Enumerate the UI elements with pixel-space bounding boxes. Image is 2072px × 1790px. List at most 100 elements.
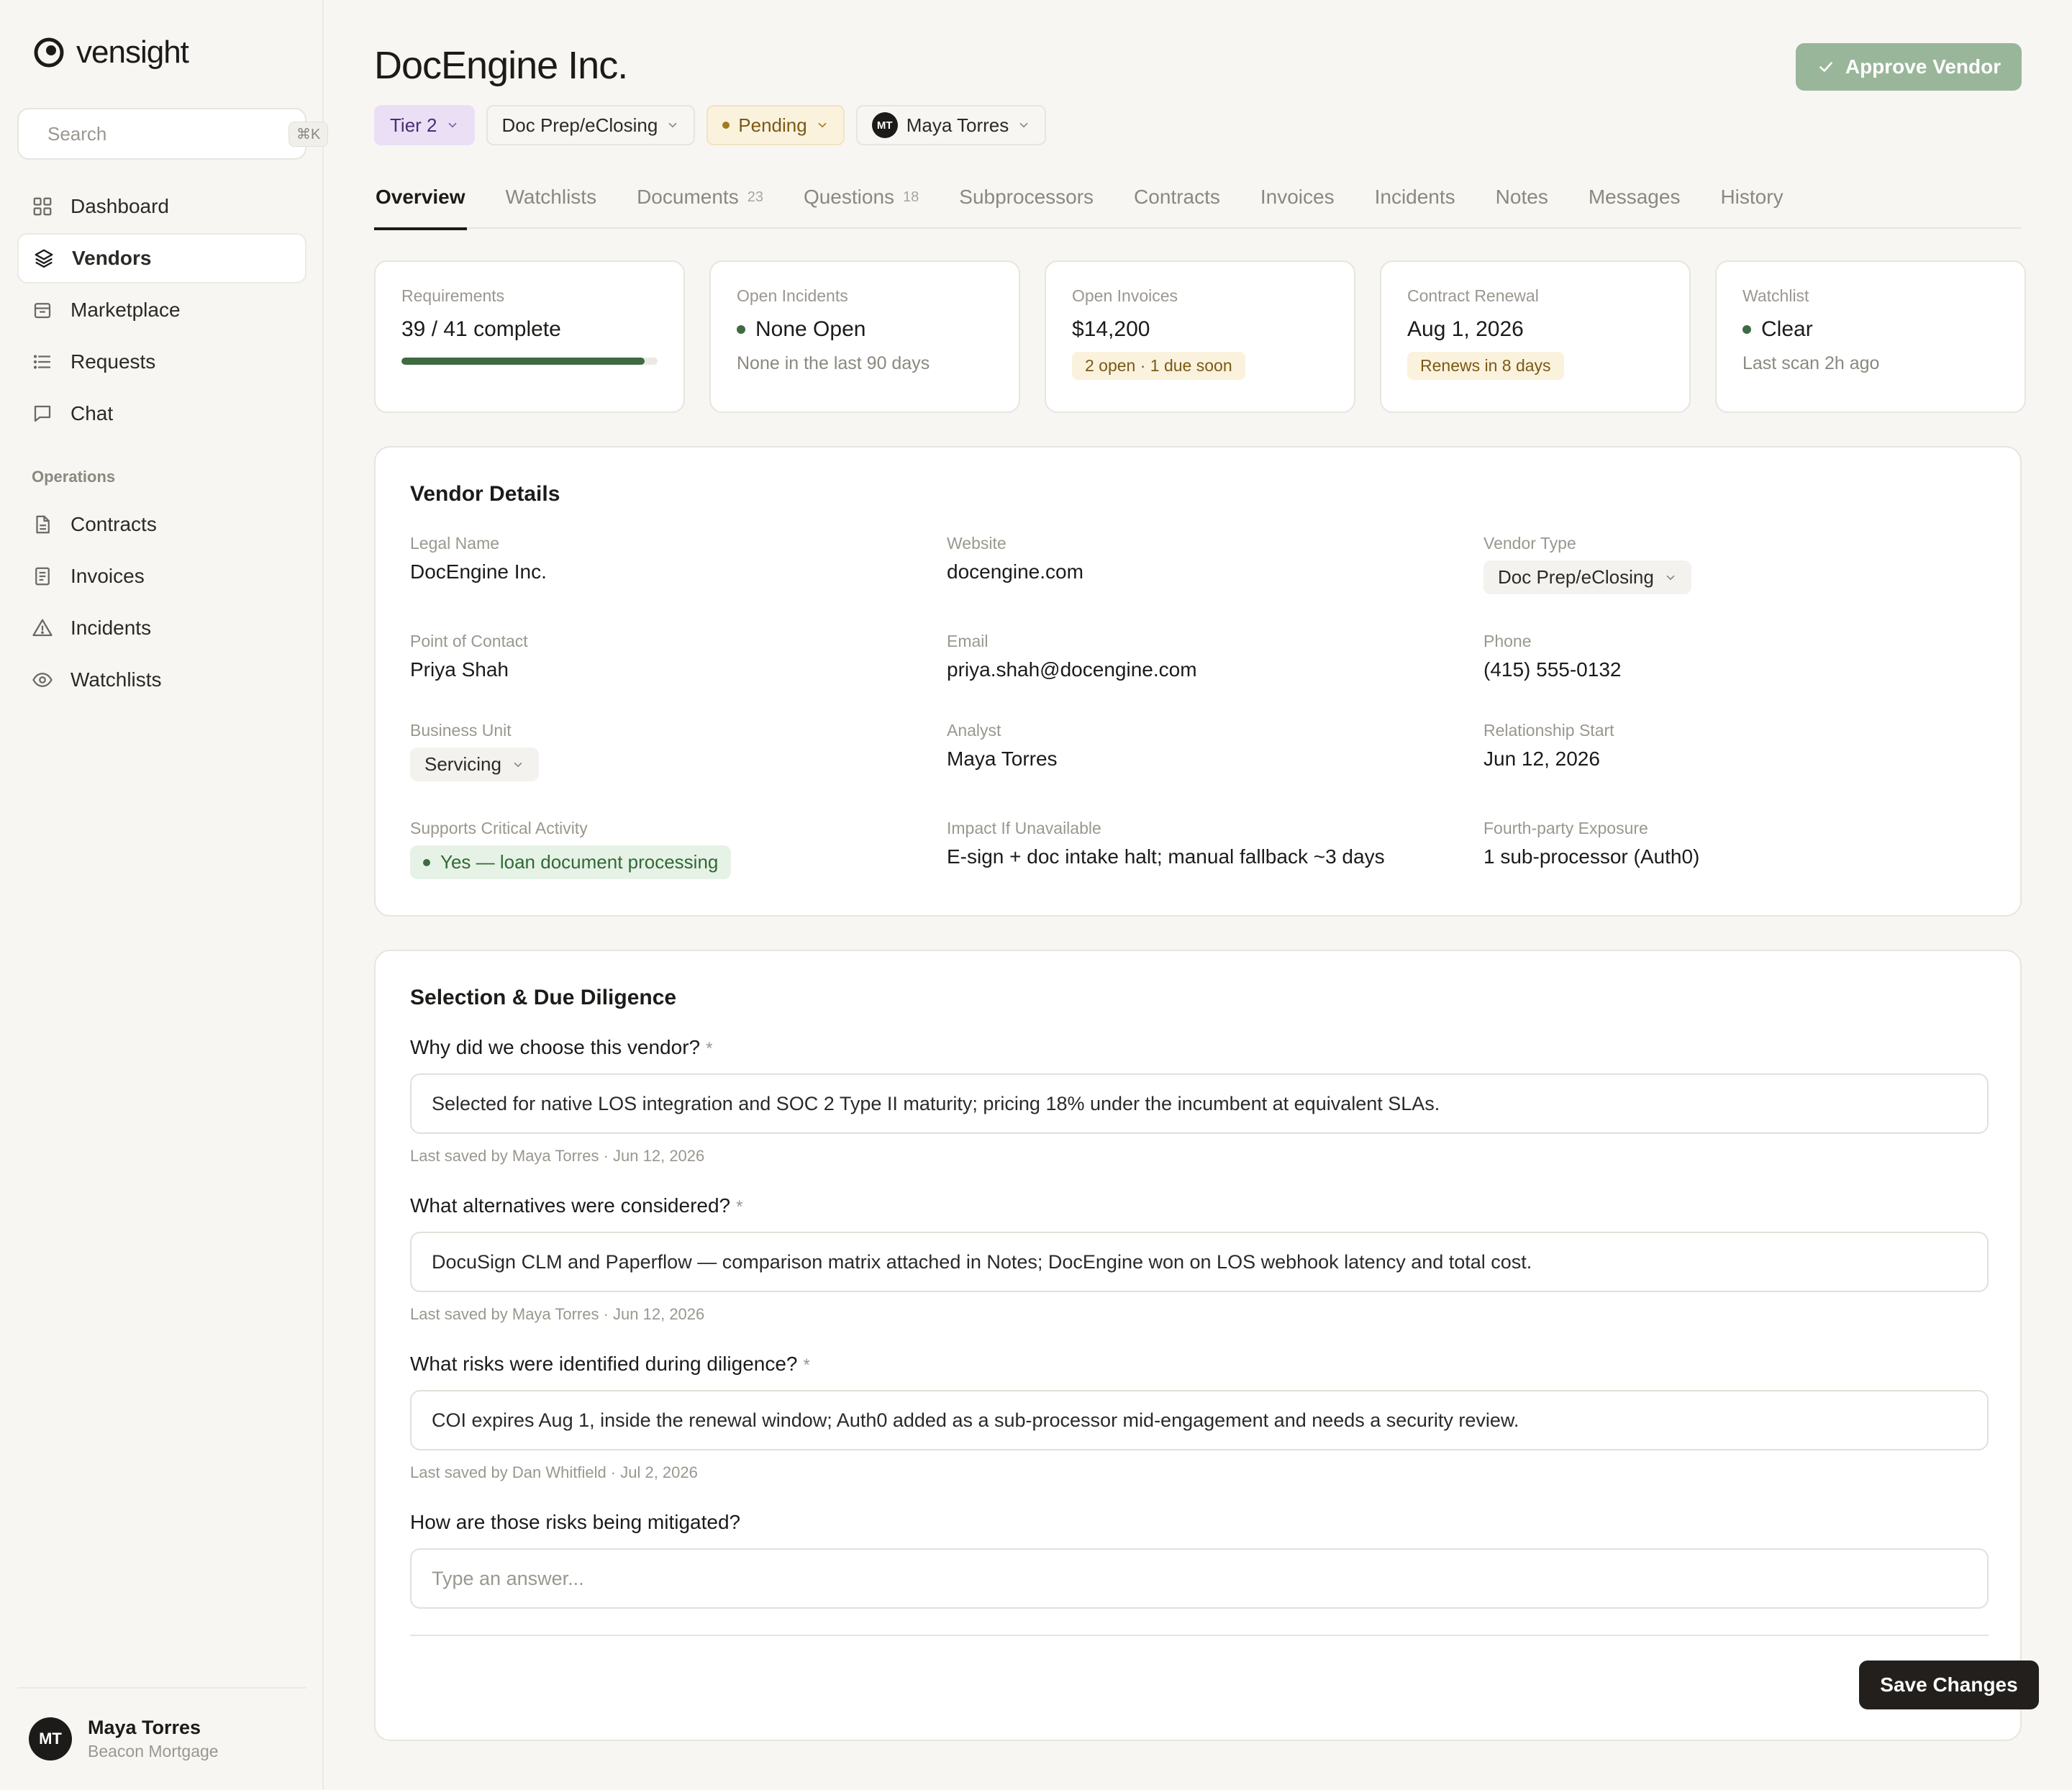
- status-dot: [722, 122, 730, 129]
- tab-label: Watchlists: [505, 186, 597, 208]
- tab-label: History: [1720, 186, 1784, 208]
- stat-subtext: Last scan 2h ago: [1742, 353, 1880, 373]
- chevron-down-icon: [1666, 575, 1675, 580]
- chevron-down-icon: [514, 762, 522, 767]
- sidebar-item-marketplace[interactable]: Marketplace: [17, 285, 306, 335]
- tab-messages[interactable]: Messages: [1587, 165, 1682, 229]
- tab-subprocessors[interactable]: Subprocessors: [958, 165, 1095, 229]
- stat-card-contract-renewal[interactable]: Contract Renewal Aug 1, 2026 Renews in 8…: [1380, 260, 1691, 413]
- user-org: Beacon Mortgage: [88, 1742, 219, 1761]
- tab-incidents[interactable]: Incidents: [1373, 165, 1457, 229]
- sidebar-item-incidents[interactable]: Incidents: [17, 603, 306, 653]
- stat-value-wrap: Clear: [1742, 317, 1999, 342]
- store-icon: [34, 303, 51, 319]
- eye-icon: [32, 673, 53, 687]
- owner-select[interactable]: MT Maya Torres: [855, 105, 1047, 145]
- owner-avatar: MT: [871, 112, 898, 138]
- field-value: DocEngine Inc.: [410, 560, 547, 583]
- page-title: DocEngine Inc.: [374, 44, 628, 87]
- tier-value: Tier 2: [390, 114, 437, 136]
- sidebar-item-label: Dashboard: [71, 195, 169, 217]
- field-label: Relationship Start: [1483, 721, 1614, 740]
- stat-value: None Open: [755, 317, 866, 341]
- stat-value: Aug 1, 2026: [1407, 317, 1524, 341]
- vendor-type-select[interactable]: Doc Prep/eClosing: [486, 105, 696, 145]
- check-icon: [1819, 62, 1832, 72]
- tab-history[interactable]: History: [1719, 165, 1784, 229]
- tab-questions[interactable]: Questions 18: [802, 165, 920, 229]
- tab-label: Messages: [1588, 186, 1681, 208]
- tier-select[interactable]: Tier 2: [374, 105, 475, 145]
- question-label: Why did we choose this vendor? *: [410, 1036, 1989, 1059]
- field-value: Servicing: [424, 753, 501, 775]
- field-label: Email: [947, 632, 989, 650]
- website-link[interactable]: docengine.com: [947, 560, 1450, 583]
- answer-input[interactable]: [410, 1390, 1989, 1450]
- required-marker: *: [803, 1355, 810, 1375]
- chevron-down-icon: [448, 122, 456, 128]
- last-saved-text: Last saved by Maya Torres · Jun 12, 2026: [410, 1305, 705, 1323]
- question-mitigation: How are those risks being mitigated?: [410, 1511, 1989, 1609]
- card-title: Vendor Details: [410, 482, 560, 506]
- stat-card-watchlist[interactable]: Watchlist Clear Last scan 2h ago: [1715, 260, 2026, 413]
- tab-contracts[interactable]: Contracts: [1132, 165, 1222, 229]
- last-saved-text: Last saved by Maya Torres · Jun 12, 2026: [410, 1147, 705, 1165]
- critical-activity-badge: Yes — loan document processing: [410, 845, 732, 879]
- stat-value: $14,200: [1072, 317, 1150, 341]
- tab-label: Overview: [376, 186, 465, 208]
- field-business-unit: Business Unit Servicing: [410, 721, 914, 781]
- vendor-chips: Tier 2 Doc Prep/eClosing Pending MT Maya…: [374, 105, 1047, 145]
- chevron-down-icon: [1019, 122, 1028, 128]
- tab-documents[interactable]: Documents 23: [635, 165, 765, 229]
- email-link[interactable]: priya.shah@docengine.com: [947, 658, 1450, 681]
- progress-fill: [401, 358, 645, 365]
- tab-count: 18: [903, 188, 919, 205]
- sidebar-item-label: Chat: [71, 402, 114, 424]
- question-risks: What risks were identified during dilige…: [410, 1353, 1989, 1482]
- field-point-of-contact: Point of Contact Priya Shah: [410, 632, 914, 681]
- tab-overview[interactable]: Overview: [374, 165, 467, 230]
- question-label: What alternatives were considered? *: [410, 1194, 1989, 1217]
- grid-icon: [33, 197, 52, 216]
- approve-vendor-button[interactable]: Approve Vendor: [1796, 43, 2022, 91]
- sidebar-item-chat[interactable]: Chat: [17, 389, 306, 439]
- vendor-type-dropdown[interactable]: Doc Prep/eClosing: [1483, 560, 1691, 594]
- tab-invoices[interactable]: Invoices: [1259, 165, 1336, 229]
- tab-notes[interactable]: Notes: [1494, 165, 1550, 229]
- answer-input[interactable]: [410, 1073, 1989, 1134]
- stat-card-open-incidents[interactable]: Open Incidents None Open None in the las…: [709, 260, 1020, 413]
- user-profile[interactable]: MT Maya Torres Beacon Mortgage: [17, 1687, 306, 1773]
- stat-cards: Requirements 39 / 41 complete Open Incid…: [374, 260, 2026, 413]
- tab-watchlists[interactable]: Watchlists: [504, 165, 599, 229]
- search-box[interactable]: ⌘K: [17, 108, 329, 160]
- tab-label: Incidents: [1374, 186, 1455, 208]
- tab-label: Documents: [637, 186, 739, 208]
- main-nav: Dashboard Vendors Marketplace Requests C…: [17, 181, 306, 707]
- sidebar-item-vendors[interactable]: Vendors: [17, 233, 306, 283]
- field-label: Point of Contact: [410, 632, 528, 650]
- stat-card-open-invoices[interactable]: Open Invoices $14,200 2 open · 1 due soo…: [1045, 260, 1355, 413]
- tab-bar: Overview Watchlists Documents 23 Question…: [374, 165, 2022, 230]
- save-changes-button[interactable]: Save Changes: [1859, 1660, 2039, 1709]
- field-fourth-party: Fourth-party Exposure 1 sub-processor (A…: [1483, 819, 1987, 868]
- business-unit-dropdown[interactable]: Servicing: [410, 748, 539, 781]
- layers-icon: [35, 249, 53, 268]
- stat-card-requirements[interactable]: Requirements 39 / 41 complete: [374, 260, 685, 413]
- question-label: How are those risks being mitigated?: [410, 1511, 1989, 1534]
- sidebar-item-requests[interactable]: Requests: [17, 337, 306, 387]
- status-select[interactable]: Pending: [706, 105, 845, 145]
- search-input[interactable]: [47, 122, 288, 145]
- field-value: Priya Shah: [410, 658, 509, 681]
- status-dot: [737, 325, 745, 334]
- sidebar-item-watchlists[interactable]: Watchlists: [17, 655, 306, 705]
- stat-label: Watchlist: [1742, 286, 1809, 305]
- answer-input[interactable]: [410, 1548, 1989, 1609]
- sidebar-item-invoices[interactable]: Invoices: [17, 551, 306, 601]
- stat-label: Requirements: [401, 286, 505, 305]
- answer-input[interactable]: [410, 1232, 1989, 1292]
- last-saved-text: Last saved by Dan Whitfield · Jul 2, 202…: [410, 1463, 698, 1481]
- sidebar-item-contracts[interactable]: Contracts: [17, 499, 306, 550]
- field-phone: Phone (415) 555-0132: [1483, 632, 1987, 681]
- app-logo[interactable]: vensight: [33, 35, 189, 71]
- sidebar-item-dashboard[interactable]: Dashboard: [17, 181, 306, 232]
